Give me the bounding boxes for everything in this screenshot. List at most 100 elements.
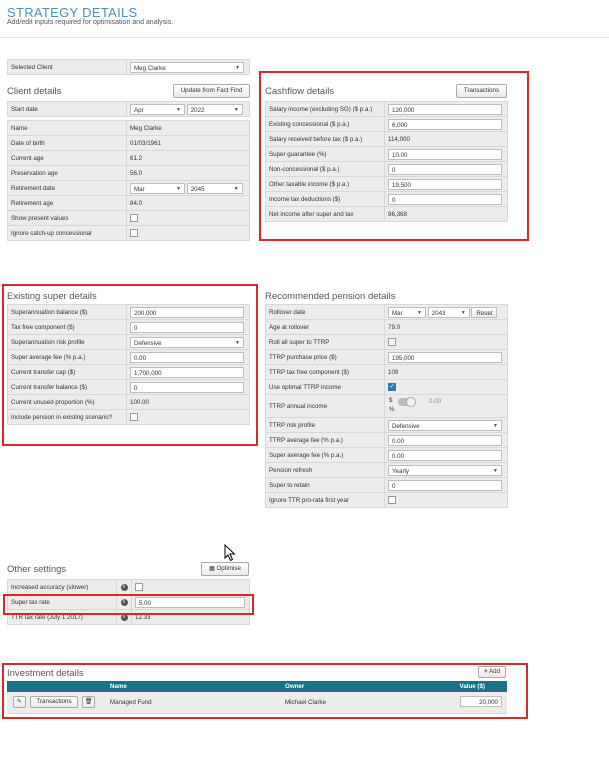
cashflow-label: Super guarantee (%) xyxy=(265,146,385,162)
cashflow-label: Existing concessional ($ p.a.) xyxy=(265,116,385,132)
show-present-values-checkbox[interactable] xyxy=(130,214,138,222)
info-icon[interactable]: i xyxy=(120,614,128,621)
dob-label: Date of birth xyxy=(7,135,127,151)
retirement-year-select[interactable]: 2045 ▼ xyxy=(186,182,243,194)
annual-income-value: 0.00 xyxy=(429,398,442,405)
investment-value-input[interactable]: 20,000 xyxy=(460,696,502,707)
ttrp-taxfree-value: 109 xyxy=(384,364,508,380)
unused-proportion-label: Current unused proportion (%) xyxy=(7,394,127,410)
info-icon[interactable]: i xyxy=(120,584,128,591)
calculator-icon: ▦ xyxy=(209,566,215,572)
ttrp-risk-select[interactable]: Defensive ▼ xyxy=(388,419,502,431)
super-risk-select[interactable]: Defensive ▼ xyxy=(130,336,244,348)
retirement-date-label: Retirement date xyxy=(7,180,127,196)
preservation-age-value: 56.0 xyxy=(126,165,250,181)
optimise-button-label: Optimise xyxy=(216,565,241,572)
start-month-select[interactable]: Apr ▼ xyxy=(130,103,185,115)
cashflow-label: Net income after super and tax xyxy=(265,206,385,222)
name-value: Meg Clarke xyxy=(126,120,250,136)
ignore-catchup-checkbox[interactable] xyxy=(130,229,138,237)
cashflow-label: Other taxable income ($ p.a.) xyxy=(265,176,385,192)
investment-transactions-button[interactable]: Transactions xyxy=(30,696,78,708)
optimise-button[interactable]: ▦ Optimise xyxy=(201,562,249,576)
cashflow-label: Income tax deductions ($) xyxy=(265,191,385,207)
accuracy-checkbox[interactable] xyxy=(135,583,143,591)
delete-icon[interactable]: 🗑 xyxy=(82,696,95,708)
start-year-select[interactable]: 2022 ▼ xyxy=(186,103,243,115)
super-retain-label: Super to retain xyxy=(265,477,385,493)
pension-super-fee-input[interactable]: 0.00 xyxy=(388,449,502,461)
add-investment-button[interactable]: + Add xyxy=(478,666,506,678)
cashflow-label: Salary received before tax ($ p.a.) xyxy=(265,131,385,147)
transfer-cap-label: Current transfer cap ($) xyxy=(7,364,127,380)
super-risk-label: Superannuation risk profile xyxy=(7,334,127,350)
page-subtitle: Add/edit inputs required for optimisatio… xyxy=(7,19,174,26)
super-details-title: Existing super details xyxy=(7,291,97,302)
ttrp-fee-label: TTRP average fee (% p.a.) xyxy=(265,432,385,448)
selected-client-table: Selected Client Meg Clarke ▼ xyxy=(7,59,250,75)
super-retain-input[interactable]: 0 xyxy=(388,479,502,491)
cashflow-input[interactable]: 120,000 xyxy=(388,103,502,115)
super-fee-input[interactable]: 0.00 xyxy=(130,351,244,363)
rollover-month-select[interactable]: Mar ▼ xyxy=(388,306,426,318)
preservation-age-label: Preservation age xyxy=(7,165,127,181)
annual-income-toggle[interactable] xyxy=(398,397,416,407)
rollover-date-label: Rollover date xyxy=(265,304,385,320)
current-age-label: Current age xyxy=(7,150,127,166)
cashflow-input[interactable]: 19,500 xyxy=(388,178,502,190)
cashflow-input[interactable]: 6,000 xyxy=(388,118,502,130)
include-pension-checkbox[interactable] xyxy=(130,413,138,421)
selected-client-select[interactable]: Meg Clarke ▼ xyxy=(130,61,244,73)
cashflow-row: Existing concessional ($ p.a.) 6,000 xyxy=(265,116,508,132)
annual-dollar-label: $ xyxy=(389,398,393,404)
ignore-prorata-label: Ignore TTR pro-rata first year xyxy=(265,492,385,508)
ttrp-taxfree-label: TTRP tax free component ($) xyxy=(265,364,385,380)
super-balance-input[interactable]: 200,000 xyxy=(130,306,244,318)
transfer-balance-input[interactable]: 0 xyxy=(130,381,244,393)
reset-button[interactable]: Reset xyxy=(471,306,498,318)
cashflow-input[interactable]: 0 xyxy=(388,163,502,175)
cashflow-value: 114,000 xyxy=(384,131,508,147)
client-details-table: Start date Apr ▼ 2022 ▼ Name Meg Clarke Dat… xyxy=(7,101,250,241)
dob-value: 01/03/1961 xyxy=(126,135,250,151)
plus-icon: + xyxy=(483,668,488,675)
add-button-label: Add xyxy=(489,668,501,675)
ttrp-fee-input[interactable]: 0.00 xyxy=(388,434,502,446)
edit-icon[interactable]: ✎ xyxy=(13,696,26,708)
investment-table-header: Name Owner Value ($) xyxy=(7,681,507,692)
cashflow-value-cell: 10.00 xyxy=(384,146,508,162)
accuracy-label: Increased accuracy (slower) xyxy=(7,579,117,595)
cashflow-label: Salary income (excluding SG) ($ p.a.) xyxy=(265,101,385,117)
cashflow-label: Non-concessional ($ p.a.) xyxy=(265,161,385,177)
column-value: Value ($) xyxy=(459,683,485,690)
ignore-prorata-checkbox[interactable] xyxy=(388,496,396,504)
optimal-income-checkbox[interactable]: ✓ xyxy=(388,383,396,391)
cashflow-value-cell: 120,000 xyxy=(384,101,508,117)
table-row: ✎ Transactions 🗑 Managed Fund Michael Cl… xyxy=(7,692,507,714)
transfer-cap-input[interactable]: 1,700,000 xyxy=(130,366,244,378)
pension-refresh-select[interactable]: Yearly ▼ xyxy=(388,464,502,476)
cashflow-row: Salary income (excluding SG) ($ p.a.) 120… xyxy=(265,101,508,117)
retirement-month-select[interactable]: Mar ▼ xyxy=(130,182,185,194)
optimal-income-label: Use optimal TTRP income xyxy=(265,379,385,395)
rollover-year-select[interactable]: 2043 ▼ xyxy=(427,306,470,318)
cashflow-input[interactable]: 0 xyxy=(388,193,502,205)
cashflow-row: Net income after super and tax 96,368 xyxy=(265,206,508,222)
ttrp-purchase-input[interactable]: 195,000 xyxy=(388,351,502,363)
roll-all-label: Roll all super to TTRP xyxy=(265,334,385,350)
pension-super-fee-label: Super average fee (% p.a.) xyxy=(265,447,385,463)
unused-proportion-value: 100.00 xyxy=(126,394,250,410)
ignore-catchup-label: Ignore catch-up concessional xyxy=(7,225,127,241)
current-age-value: 61.2 xyxy=(126,150,250,166)
selected-client-label: Selected Client xyxy=(7,59,127,75)
cashflow-transactions-button[interactable]: Transactions xyxy=(456,84,507,98)
super-taxfree-input[interactable]: 0 xyxy=(130,321,244,333)
roll-all-checkbox[interactable] xyxy=(388,338,396,346)
cashflow-value: 96,368 xyxy=(384,206,508,222)
cashflow-input[interactable]: 10.00 xyxy=(388,148,502,160)
cashflow-row: Salary received before tax ($ p.a.) 114,0… xyxy=(265,131,508,147)
rollover-age-value: 79.0 xyxy=(384,319,508,335)
super-details-table: Superannuation balance ($) 200,000 Tax fr… xyxy=(7,304,250,425)
header-divider xyxy=(0,37,609,38)
update-from-fact-find-button[interactable]: Update from Fact Find xyxy=(173,84,250,98)
